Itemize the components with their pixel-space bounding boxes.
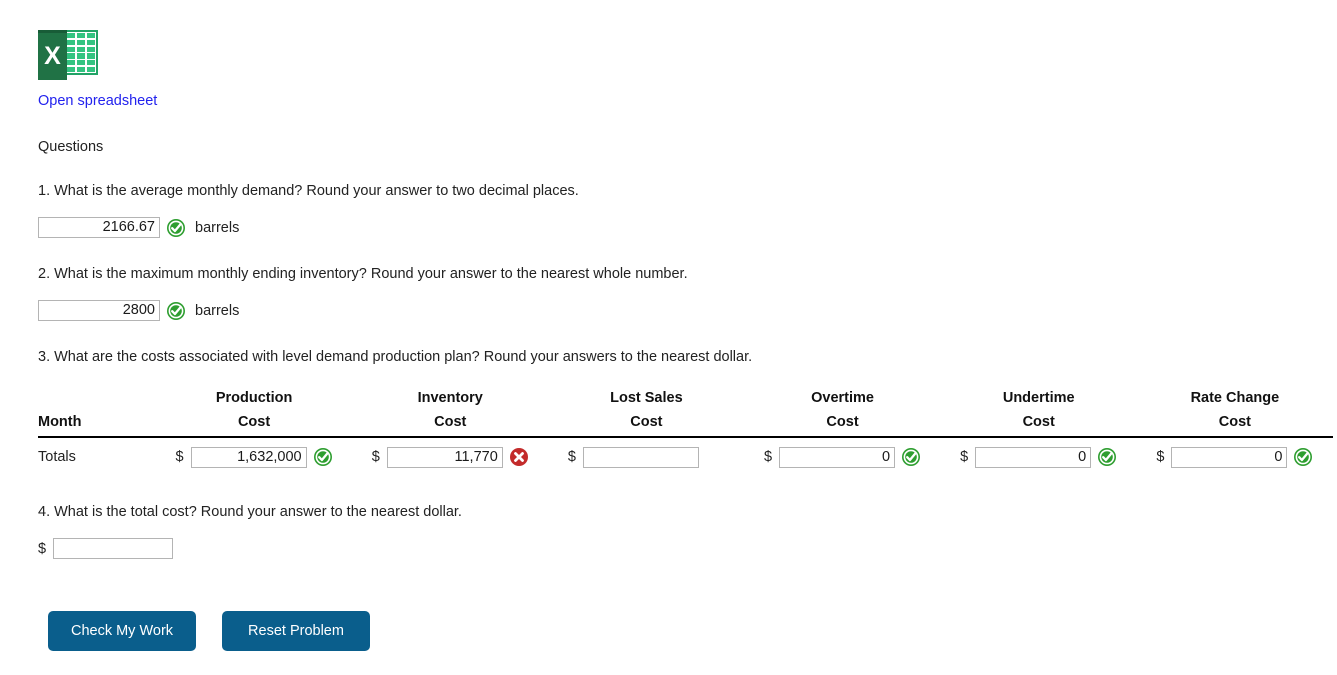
reset-problem-button[interactable]: Reset Problem (222, 611, 370, 651)
row-label-totals: Totals (38, 449, 76, 465)
production-cost-input[interactable] (190, 446, 307, 468)
question-2-unit-label: barrels (195, 302, 240, 319)
inventory-cost-status-incorrect-icon (509, 447, 529, 467)
question-4-answer-row: $ (38, 538, 1337, 559)
col-header-inventory-cost: Inventory Cost (352, 387, 549, 438)
production-cost-status-correct-icon (313, 447, 333, 467)
excel-icon-letter: X (44, 42, 61, 70)
col-header-production-cost: Production Cost (156, 387, 353, 438)
question-1-input[interactable] (38, 217, 160, 238)
col-header-rate-change-cost: Rate Change Cost (1136, 387, 1333, 438)
question-1-status-correct-icon (166, 218, 186, 238)
question-2-prompt: 2. What is the maximum monthly ending in… (38, 266, 688, 282)
currency-symbol-production: $ (175, 449, 184, 465)
inventory-cost-input[interactable] (386, 446, 503, 468)
excel-file-icon[interactable]: X (38, 30, 98, 82)
col-header-month: Month (38, 387, 156, 438)
question-1-unit-label: barrels (195, 219, 240, 236)
cell-undertime-cost: $ (941, 437, 1137, 476)
currency-symbol-lost-sales: $ (567, 449, 576, 465)
check-my-work-button[interactable]: Check My Work (48, 611, 196, 651)
currency-symbol-total: $ (38, 540, 47, 557)
action-buttons: Check My Work Reset Problem (38, 611, 1337, 651)
undertime-cost-input[interactable] (975, 446, 1092, 468)
excel-icon-grid (67, 33, 95, 72)
exercise-page: X Open spreadsheet Questions 1. What is … (0, 0, 1337, 651)
table-row: Totals $ 1,632,000 $ 11,770 $ $ 0 $ 0 $ … (38, 437, 1333, 476)
overtime-cost-status-correct-icon (901, 447, 921, 467)
col-header-undertime-cost: Undertime Cost (940, 387, 1137, 438)
question-1-answer-row: barrels (38, 217, 1337, 238)
cell-rate-change-cost: $ (1137, 437, 1333, 476)
question-4-prompt: 4. What is the total cost? Round your an… (38, 504, 462, 520)
currency-symbol-rate-change: $ (1156, 449, 1165, 465)
currency-symbol-undertime: $ (960, 449, 969, 465)
overtime-cost-input[interactable] (779, 446, 896, 468)
open-spreadsheet-link[interactable]: Open spreadsheet (38, 93, 157, 109)
cell-lost-sales-cost: $ (548, 437, 744, 476)
col-header-overtime-cost: Overtime Cost (744, 387, 941, 438)
currency-symbol-overtime: $ (764, 449, 773, 465)
cost-table: Month Production Cost Inventory Cost Los… (38, 387, 1333, 476)
cost-table-header-row: Month Production Cost Inventory Cost Los… (38, 387, 1333, 438)
cell-inventory-cost: $ (352, 437, 548, 476)
col-header-lost-sales-cost: Lost Sales Cost (548, 387, 745, 438)
question-2-answer-row: barrels (38, 300, 1337, 321)
question-2-status-correct-icon (166, 301, 186, 321)
question-4-input[interactable] (53, 538, 174, 559)
question-3-prompt: 3. What are the costs associated with le… (38, 349, 753, 365)
rate-change-cost-status-correct-icon (1293, 447, 1313, 467)
cell-overtime-cost: $ (744, 437, 940, 476)
rate-change-cost-input[interactable] (1171, 446, 1288, 468)
question-1-prompt: 1. What is the average monthly demand? R… (38, 183, 579, 199)
cell-production-cost: $ (156, 437, 352, 476)
undertime-cost-status-correct-icon (1097, 447, 1117, 467)
currency-symbol-inventory: $ (371, 449, 380, 465)
questions-heading: Questions (38, 139, 104, 155)
lost-sales-cost-input[interactable] (582, 446, 699, 468)
question-2-input[interactable] (38, 300, 160, 321)
